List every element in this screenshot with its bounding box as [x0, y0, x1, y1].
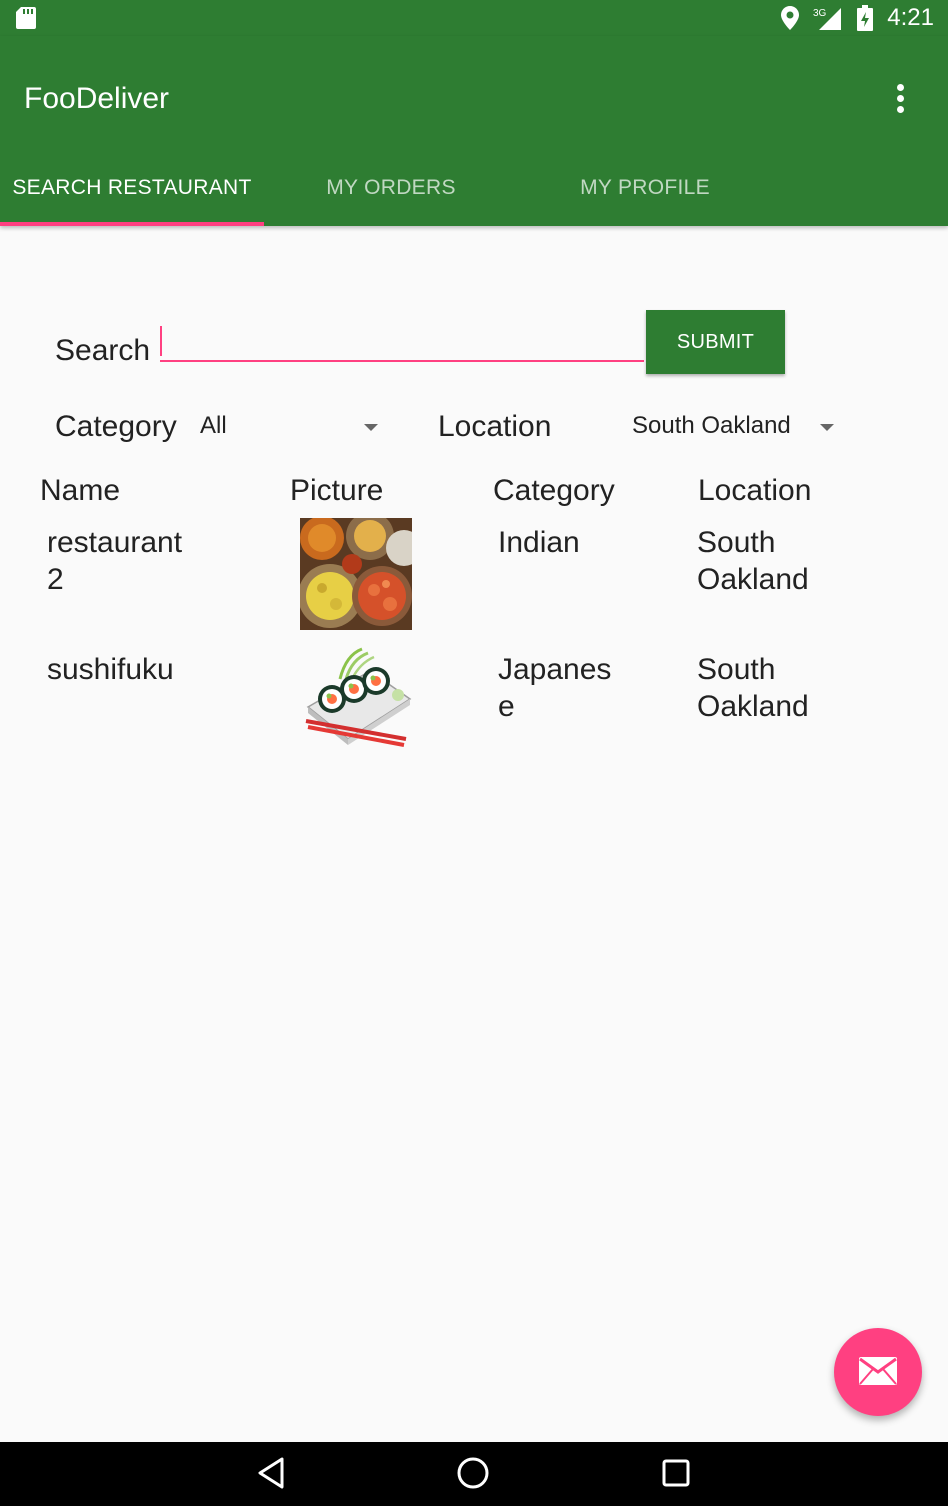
column-header-name: Name: [40, 474, 121, 507]
svg-text:3G: 3G: [813, 8, 827, 19]
column-header-picture: Picture: [290, 474, 384, 507]
submit-button[interactable]: SUBMIT: [646, 310, 785, 374]
column-header-location: Location: [698, 474, 812, 507]
restaurant-name: restaurant 2: [47, 526, 183, 596]
restaurant-category: Japanes e: [498, 653, 612, 723]
app-bar: FooDeliver SEARCH RESTAURANT MY ORDERS M…: [0, 36, 948, 226]
category-dropdown[interactable]: All: [200, 406, 385, 450]
tab-search-restaurant[interactable]: SEARCH RESTAURANT: [0, 160, 264, 226]
text-cursor: [160, 326, 162, 356]
indian-food-image: [300, 518, 412, 630]
app-title: FooDeliver: [24, 82, 170, 115]
location-label: Location: [438, 410, 552, 443]
restaurant-location: South Oakland: [697, 526, 809, 596]
overflow-menu-icon[interactable]: [888, 84, 912, 116]
sushi-image: [305, 647, 412, 747]
home-icon[interactable]: [456, 1456, 490, 1490]
restaurant-location: South Oakland: [697, 653, 809, 723]
tab-bar: SEARCH RESTAURANT MY ORDERS MY PROFILE: [0, 160, 948, 226]
mail-icon: [859, 1357, 897, 1385]
screen: 3G 4:21 FooDeliver SEARCH RESTAURANT MY …: [0, 0, 948, 1506]
battery-icon: [857, 5, 874, 31]
dropdown-arrow-icon: [820, 424, 834, 431]
signal-icon: 3G: [813, 8, 842, 30]
status-bar: 3G 4:21: [0, 0, 948, 36]
dropdown-arrow-icon: [364, 424, 378, 431]
search-input[interactable]: [160, 320, 644, 362]
tab-my-orders[interactable]: MY ORDERS: [264, 160, 518, 226]
recents-icon[interactable]: [661, 1456, 691, 1490]
sd-card-icon: [16, 7, 36, 29]
status-icons: 3G 4:21: [781, 0, 934, 36]
category-dropdown-value: All: [200, 412, 227, 439]
navigation-bar: [0, 1442, 948, 1506]
tab-indicator: [0, 222, 264, 226]
tab-my-profile[interactable]: MY PROFILE: [518, 160, 772, 226]
restaurant-category: Indian: [498, 526, 580, 559]
search-label: Search: [55, 334, 151, 367]
location-dropdown[interactable]: South Oakland: [632, 406, 842, 450]
mail-fab-button[interactable]: [834, 1328, 922, 1416]
location-dropdown-value: South Oakland: [632, 412, 791, 439]
column-header-category: Category: [493, 474, 615, 507]
category-label: Category: [55, 410, 177, 443]
back-icon[interactable]: [256, 1456, 286, 1490]
clock: 4:21: [887, 4, 934, 31]
restaurant-name: sushifuku: [47, 653, 174, 686]
location-icon: [781, 6, 800, 30]
